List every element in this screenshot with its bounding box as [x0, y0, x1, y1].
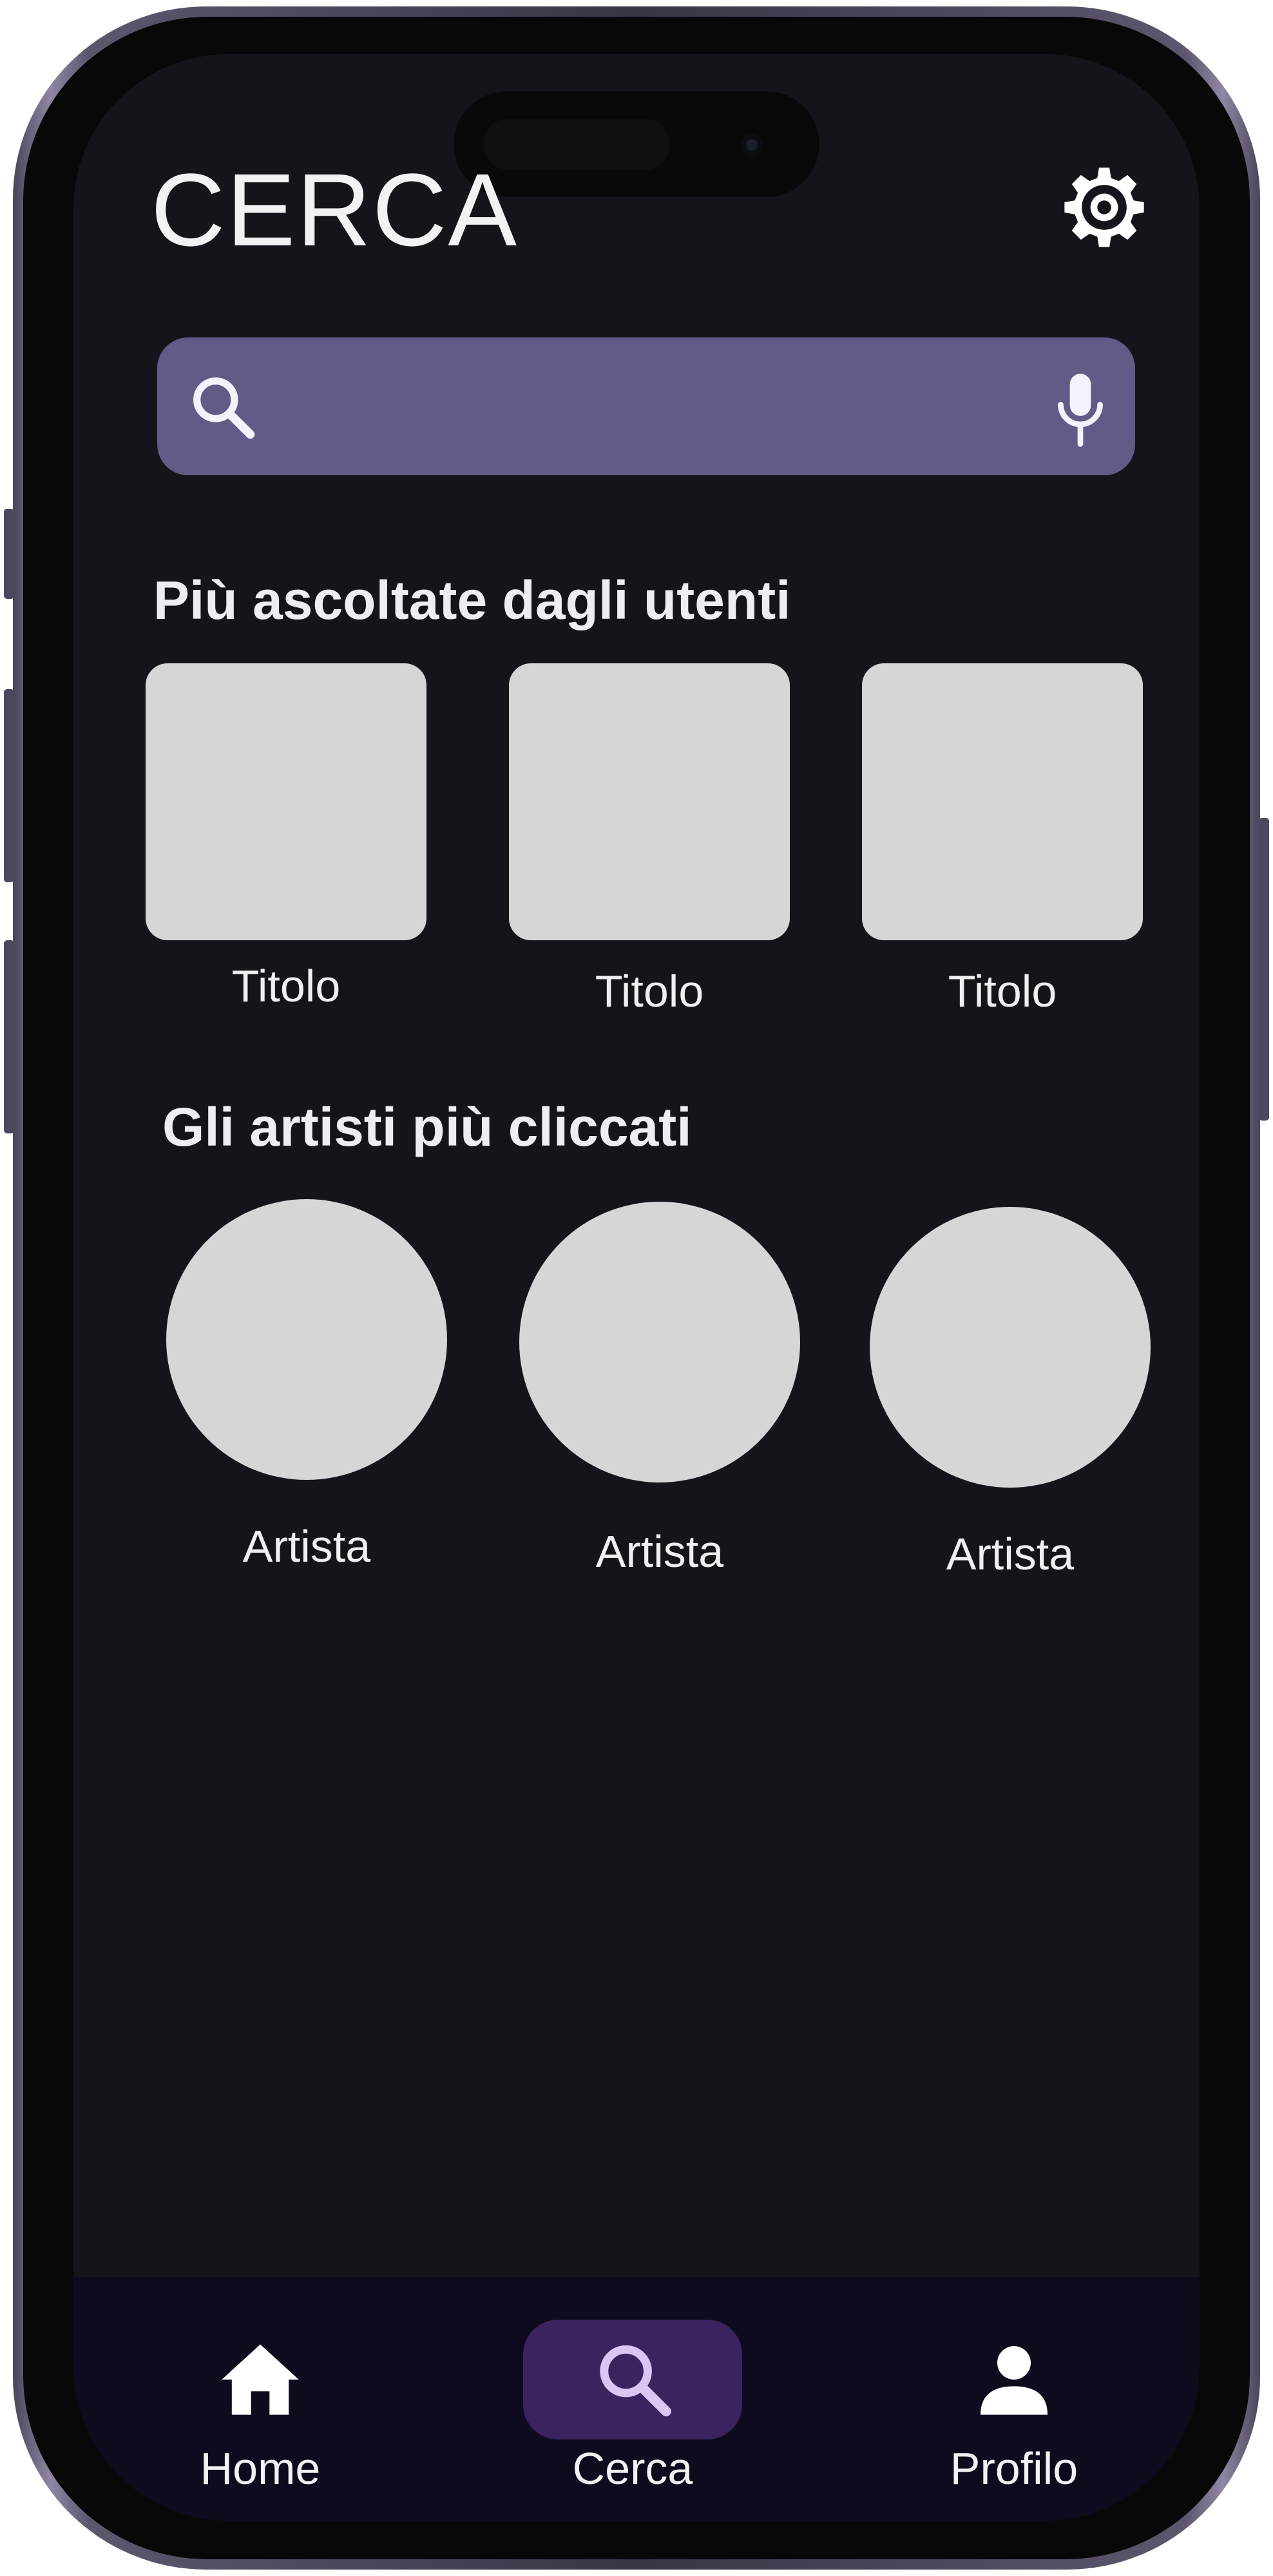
artist-avatar[interactable] — [166, 1199, 447, 1480]
volume-up-button — [4, 689, 14, 882]
artist-name: Artista — [595, 1526, 724, 1577]
track-title: Titolo — [595, 966, 704, 1016]
app-screen: CERCA Più ascoltate dagli utenti Titolo … — [73, 54, 1200, 2521]
artist-avatar[interactable] — [870, 1207, 1151, 1488]
search-input[interactable] — [280, 363, 1036, 451]
section-title-top-artists: Gli artisti più cliccati — [162, 1097, 692, 1157]
page-title: CERCA — [151, 152, 519, 267]
section-title-most-listened: Più ascoltate dagli utenti — [153, 570, 791, 630]
track-title: Titolo — [231, 961, 341, 1011]
nav-label-home: Home — [200, 2443, 321, 2494]
bottom-navigation: Home Cerca Profilo — [73, 2277, 1200, 2521]
gear-icon[interactable] — [1061, 164, 1147, 251]
artist-name: Artista — [946, 1529, 1075, 1579]
track-tile[interactable] — [146, 663, 426, 940]
nav-label-search: Cerca — [572, 2443, 693, 2494]
nav-item-home[interactable]: Home — [151, 2277, 370, 2521]
artist-name: Artista — [242, 1521, 371, 1571]
user-icon — [981, 2346, 1048, 2415]
track-tile[interactable] — [509, 663, 790, 940]
artist-avatar[interactable] — [519, 1202, 800, 1482]
track-tile[interactable] — [862, 663, 1143, 940]
volume-down-button — [4, 940, 14, 1133]
power-button — [1259, 818, 1269, 1121]
nav-label-profile: Profilo — [950, 2443, 1078, 2494]
search-icon — [193, 377, 255, 439]
home-icon — [222, 2344, 299, 2415]
nav-item-profile[interactable]: Profilo — [905, 2277, 1124, 2521]
microphone-icon[interactable] — [1045, 371, 1116, 448]
search-bar[interactable] — [157, 337, 1135, 475]
search-icon — [600, 2345, 671, 2417]
nav-item-search[interactable]: Cerca — [523, 2277, 742, 2521]
front-camera — [741, 134, 763, 156]
action-button — [4, 509, 14, 599]
track-title: Titolo — [948, 966, 1057, 1016]
